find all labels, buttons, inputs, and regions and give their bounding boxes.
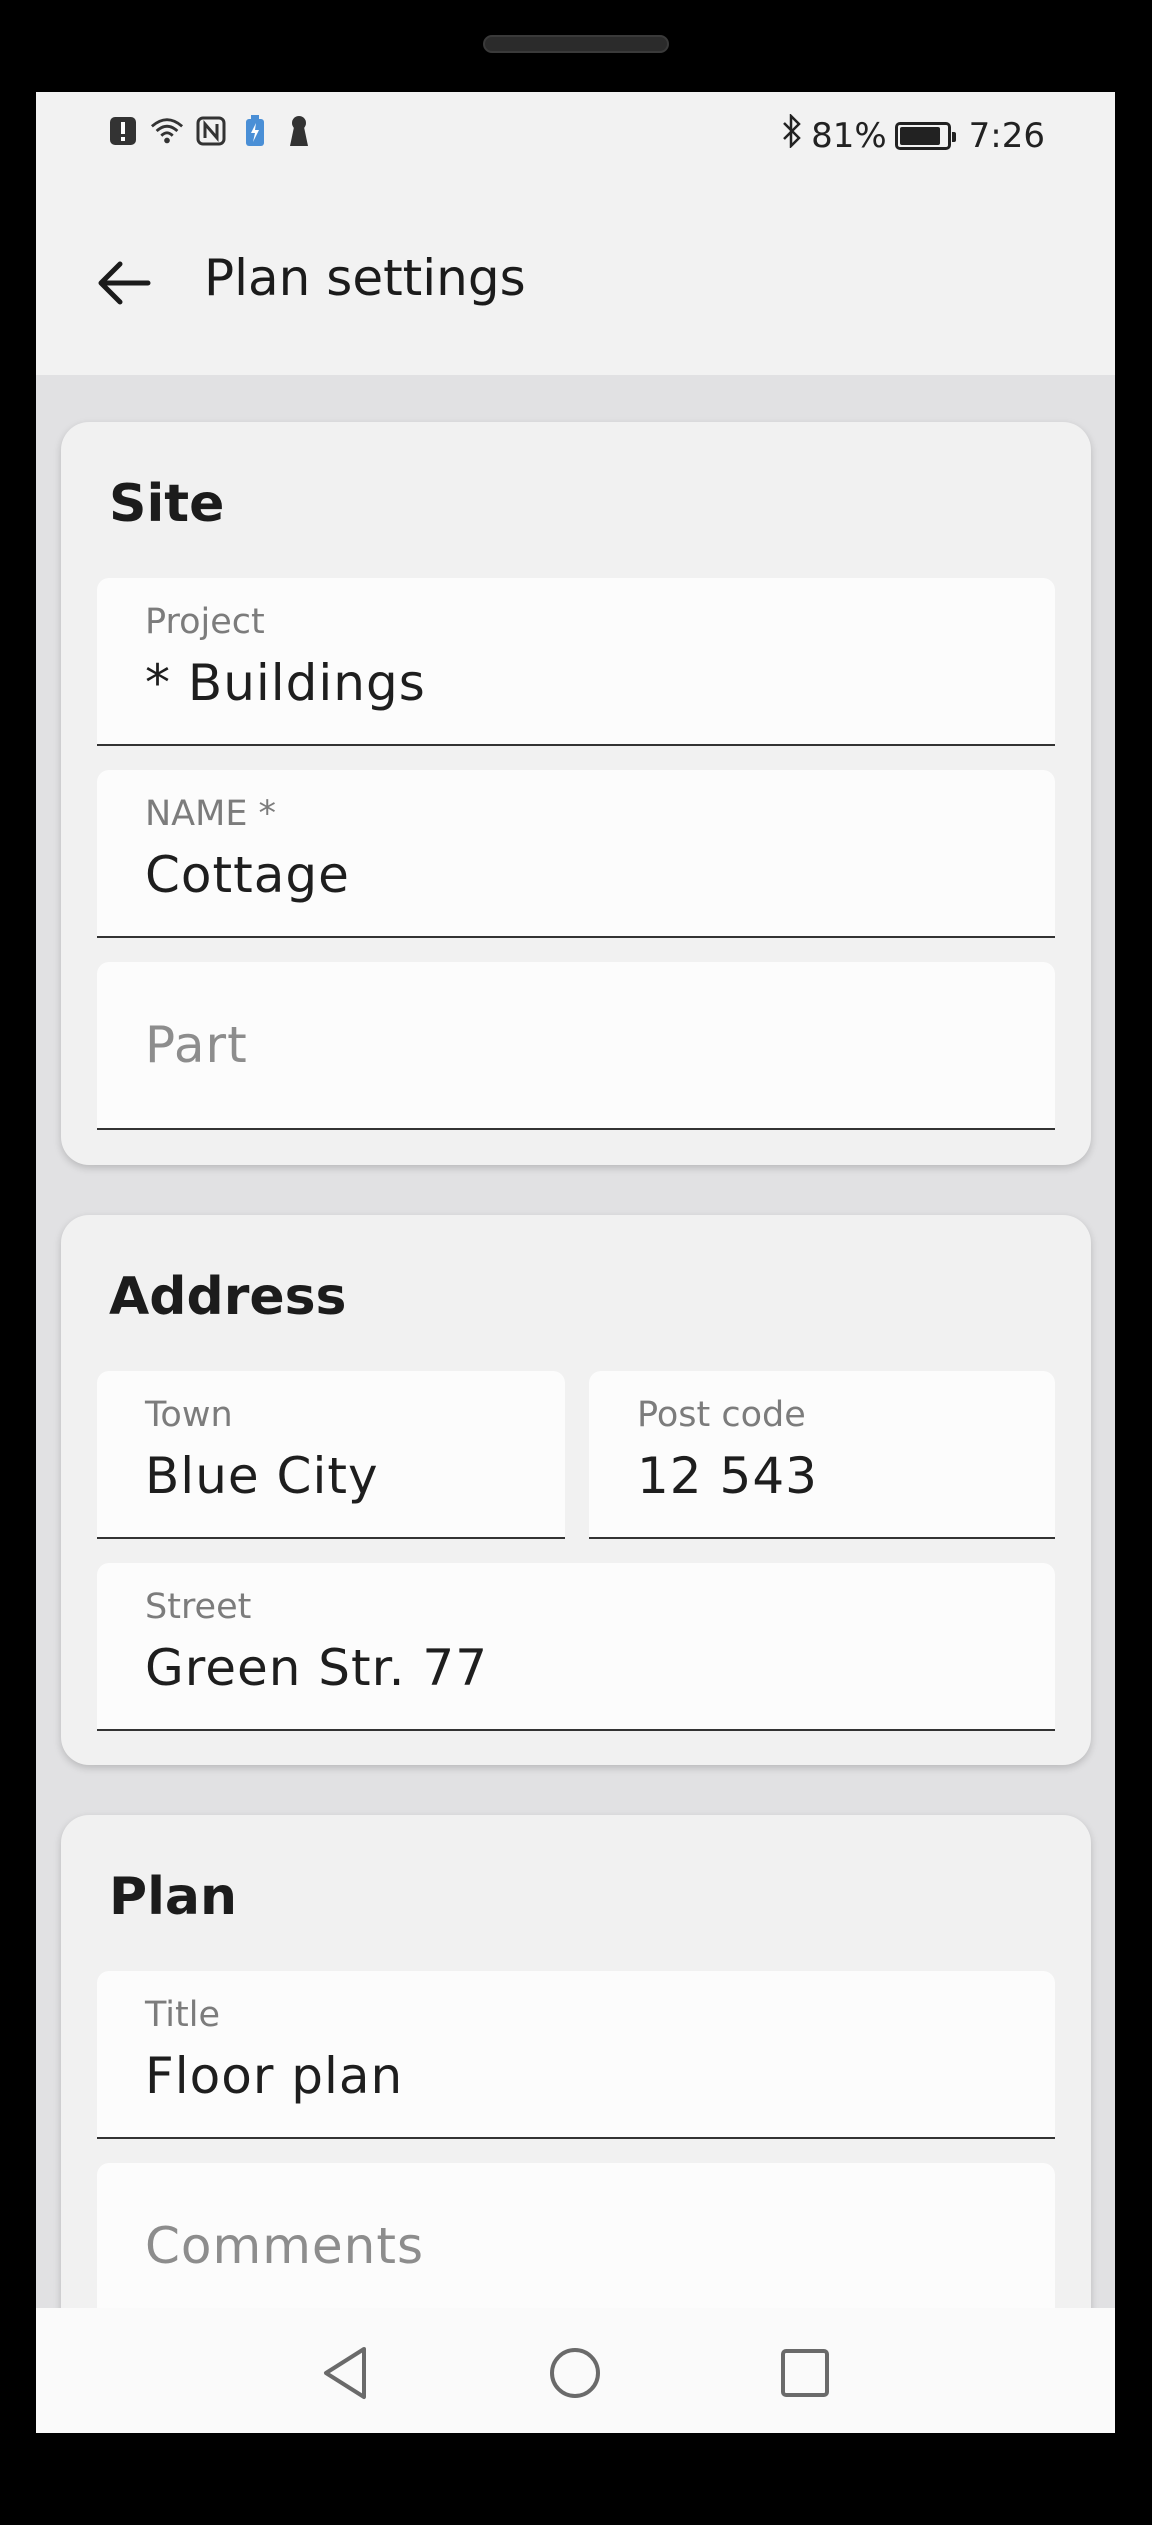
site-card: Site Project * Buildings NAME * Cottage … bbox=[61, 422, 1091, 1165]
project-field[interactable]: Project * Buildings bbox=[97, 578, 1055, 746]
home-circle-icon bbox=[550, 2348, 600, 2398]
nfc-icon bbox=[194, 114, 228, 148]
part-field[interactable]: Part bbox=[97, 962, 1055, 1130]
town-label: Town bbox=[145, 1395, 233, 1435]
battery-saver-icon bbox=[238, 114, 272, 148]
app-bar: Plan settings bbox=[36, 187, 1115, 375]
part-placeholder: Part bbox=[145, 1016, 248, 1074]
postcode-value: 12 543 bbox=[637, 1447, 818, 1505]
wifi-icon bbox=[150, 114, 184, 148]
arrow-left-icon bbox=[98, 261, 151, 305]
nav-back-button[interactable] bbox=[312, 2340, 378, 2406]
plan-card: Plan Title Floor plan Comments bbox=[61, 1815, 1091, 2308]
recents-square-icon bbox=[781, 2349, 829, 2397]
comments-field[interactable]: Comments bbox=[97, 2163, 1055, 2308]
address-heading: Address bbox=[109, 1267, 347, 1327]
battery-percent: 81% bbox=[811, 115, 887, 156]
title-label: Title bbox=[145, 1995, 221, 2035]
address-card: Address Town Blue City Post code 12 543 … bbox=[61, 1215, 1091, 1765]
status-icons-right: 81% 7:26 bbox=[781, 112, 1045, 157]
settings-form[interactable]: Site Project * Buildings NAME * Cottage … bbox=[36, 375, 1115, 2308]
title-field[interactable]: Title Floor plan bbox=[97, 1971, 1055, 2139]
town-field[interactable]: Town Blue City bbox=[97, 1371, 565, 1539]
comments-placeholder: Comments bbox=[145, 2217, 425, 2275]
nav-recents-button[interactable] bbox=[772, 2340, 838, 2406]
postcode-field[interactable]: Post code 12 543 bbox=[589, 1371, 1055, 1539]
title-value: Floor plan bbox=[145, 2047, 404, 2105]
system-nav-bar bbox=[36, 2308, 1115, 2433]
page-title: Plan settings bbox=[204, 249, 526, 307]
keyhole-icon bbox=[282, 114, 316, 148]
battery-icon bbox=[894, 121, 956, 150]
site-heading: Site bbox=[109, 474, 225, 534]
name-label: NAME * bbox=[145, 794, 277, 834]
project-label: Project bbox=[145, 602, 265, 642]
name-value: Cottage bbox=[145, 846, 350, 904]
back-triangle-icon bbox=[324, 2347, 366, 2399]
street-label: Street bbox=[145, 1587, 252, 1627]
nav-home-button[interactable] bbox=[542, 2340, 608, 2406]
clock: 7:26 bbox=[968, 115, 1045, 156]
bluetooth-icon bbox=[781, 112, 803, 157]
earpiece-speaker bbox=[483, 35, 669, 53]
screen: 81% 7:26 Plan settings Site Project * Bu… bbox=[36, 92, 1115, 2433]
status-bar: 81% 7:26 bbox=[36, 92, 1115, 187]
status-icons-left bbox=[106, 114, 316, 148]
street-field[interactable]: Street Green Str. 77 bbox=[97, 1563, 1055, 1731]
plan-heading: Plan bbox=[109, 1867, 238, 1927]
postcode-label: Post code bbox=[637, 1395, 806, 1435]
name-field[interactable]: NAME * Cottage bbox=[97, 770, 1055, 938]
phone-frame: 81% 7:26 Plan settings Site Project * Bu… bbox=[0, 0, 1152, 2525]
town-value: Blue City bbox=[145, 1447, 379, 1505]
project-value: * Buildings bbox=[145, 654, 426, 712]
alert-icon bbox=[106, 114, 140, 148]
street-value: Green Str. 77 bbox=[145, 1639, 489, 1697]
back-button[interactable] bbox=[88, 247, 160, 319]
